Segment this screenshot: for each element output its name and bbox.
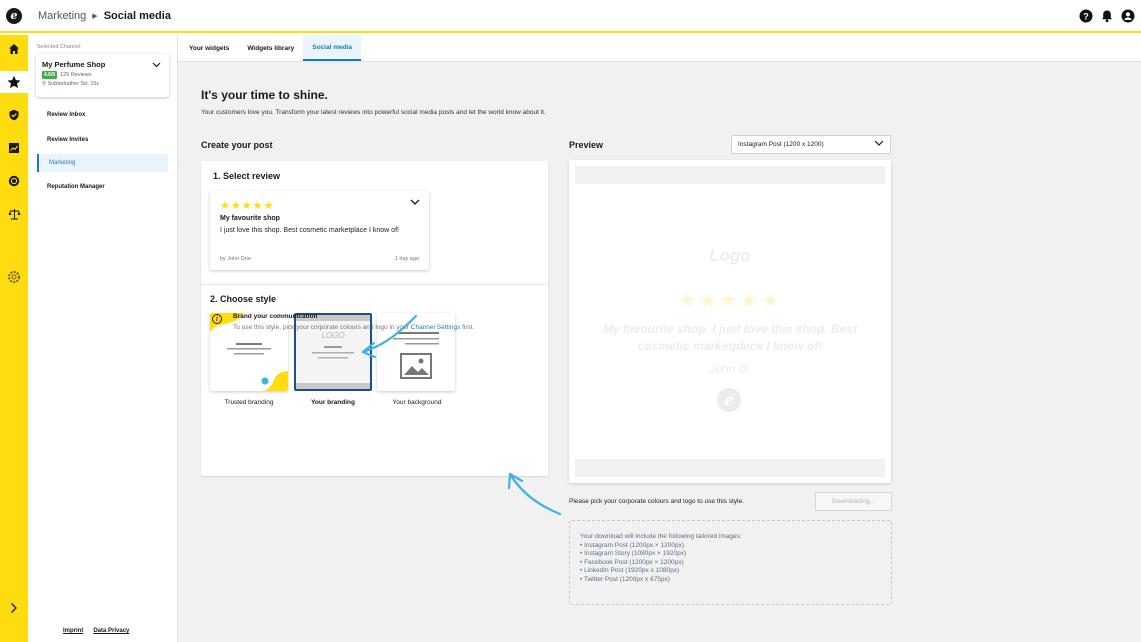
post-preview: Logo ★★★★★ My favourite shop. I just lov… [569,160,891,483]
info-icon: i [212,314,222,324]
format-select[interactable]: Instagram Post (1200 x 1200) [731,135,891,154]
preview-header-band [575,166,885,184]
download-item: • LinkedIn Post (1920px x 1080px) [580,567,680,574]
tab-social-media[interactable]: Social media [303,35,361,61]
download-item: • Twitter Post (1200px x 675px) [580,575,670,583]
step-choose-style: 2. Choose style [210,294,277,304]
format-select-value: Instagram Post (1200 x 1200) [738,141,824,148]
review-select-card[interactable]: ★★★★★ My favourite shop I just love this… [210,191,429,270]
style-trusted-branding-label: Trusted branding [224,399,274,406]
page-title: It's your time to shine. [201,88,328,102]
sidebar: Selected Channel My Perfume Shop 4.6/5 1… [28,35,178,642]
breadcrumb: Marketing ▶ Social media [38,10,171,22]
step-select-review: 1. Select review [213,171,281,181]
sidebar-item-review-invites[interactable]: Review Invites [37,131,168,149]
coin-icon[interactable] [0,170,28,192]
breadcrumb-parent[interactable]: Marketing [38,10,86,22]
divider [201,284,548,285]
channel-settings-link[interactable]: Channel Settings [411,324,461,331]
channel-rating: 4.6/5 125 Reviews [42,71,92,79]
review-author: by John Doe [220,256,251,262]
channel-label: Selected Channel [37,44,81,50]
create-post-card: 1. Select review ★★★★★ My favourite shop… [201,161,548,476]
preview-author: John D. [709,362,751,376]
tab-widgets-library[interactable]: Widgets library [238,35,303,61]
trustedshops-logo-icon[interactable]: e [6,7,22,24]
home-icon[interactable] [0,38,28,60]
top-bar: e Marketing ▶ Social media ? [0,0,1141,33]
review-body: I just love this shop. Best cosmetic mar… [220,227,399,234]
info-title: Brand your communication [233,313,318,320]
chart-icon[interactable] [0,137,28,159]
tab-your-widgets[interactable]: Your widgets [180,35,238,61]
download-info: Your download will include the following… [569,520,892,605]
location-pin-icon: ⚲ [42,81,47,87]
info-body: To use this style, pick your corporate c… [233,323,543,332]
review-time: 1 day ago [394,256,419,262]
user-icon[interactable] [1121,9,1135,23]
info-body-tail: first. [462,324,475,331]
rating-badge: 4.6/5 [42,71,58,79]
preview-title: Preview [569,140,604,150]
expand-chevron-icon[interactable] [0,597,28,619]
style-your-background-label: Your background [392,399,442,406]
create-post-title: Create your post [201,140,273,150]
page-subtitle: Your customers love you. Transform your … [201,109,546,116]
breadcrumb-current: Social media [103,9,171,22]
chevron-down-icon [874,140,884,149]
data-privacy-link[interactable]: Data Privacy [93,628,129,634]
icon-rail [0,35,28,642]
star-icon[interactable] [0,71,28,93]
preview-review-text: My favourite shop. I just love this shop… [602,322,858,353]
chevron-down-icon [152,61,161,70]
download-item: • Instagram Story (1080px × 1920px) [580,550,687,557]
channel-address: ⚲ Subbelrather Str. 15c [42,81,99,87]
settings-icon[interactable] [0,266,28,288]
help-icon[interactable]: ? [1079,9,1093,23]
info-body-text: To use this style, pick your corporate c… [233,324,409,331]
pick-colours-hint: Please pick your corporate colours and l… [569,498,744,505]
download-button[interactable]: Downloading... [815,492,892,511]
reviews-count: 125 Reviews [60,72,92,78]
scales-icon[interactable] [0,203,28,225]
main-content: It's your time to shine. Your customers … [178,62,1141,642]
preview-footer-band [575,459,885,477]
tab-bar: Your widgets Widgets library Social medi… [178,35,1141,62]
preview-stars: ★★★★★ [677,290,783,312]
sidebar-item-marketing[interactable]: Marketing [37,154,168,172]
imprint-link[interactable]: Imprint [63,628,83,634]
review-title: My favourite shop [220,215,280,222]
channel-address-text: Subbelrather Str. 15c [47,81,100,87]
shield-icon[interactable] [0,104,28,126]
style-your-branding-label: Your branding [311,399,355,406]
breadcrumb-separator-icon: ▶ [92,12,98,20]
style-logo-text: LOGO [321,331,344,340]
trustedshops-mark-icon: e [717,388,741,412]
chevron-down-icon[interactable] [410,199,420,208]
review-stars: ★★★★★ [220,200,275,212]
sidebar-item-review-inbox[interactable]: Review Inbox [37,106,168,124]
sidebar-item-reputation-manager[interactable]: Reputation Manager [37,178,168,196]
svg-text:?: ? [1083,11,1089,21]
download-item: • Instagram Post (1200px × 1200px) [580,541,684,549]
download-item: • Facebook Post (1200px × 1200px) [580,558,684,566]
download-info-title: Your download will include the following… [580,533,742,540]
channel-name: My Perfume Shop [42,60,106,69]
bell-icon[interactable] [1100,9,1114,23]
channel-selector[interactable]: My Perfume Shop 4.6/5 125 Reviews ⚲ Subb… [36,54,169,97]
preview-logo-placeholder: Logo [709,246,751,265]
